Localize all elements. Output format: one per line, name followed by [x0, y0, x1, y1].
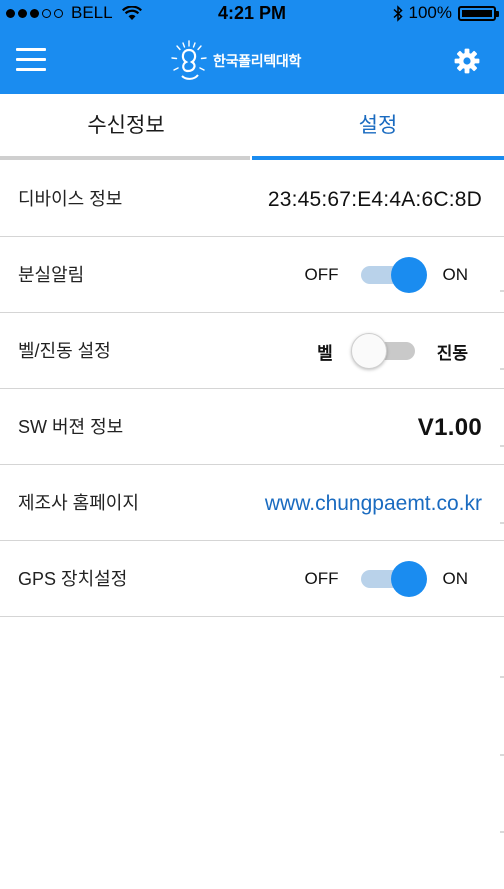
status-bar: BELL 4:21 PM 100%	[0, 0, 504, 28]
tab-bar: 수신정보 설정	[0, 94, 504, 160]
off-label: OFF	[304, 569, 339, 588]
status-right: 100%	[393, 3, 499, 23]
battery-icon	[458, 5, 499, 21]
polytech-logo-icon	[171, 40, 207, 80]
loss-alarm-row: 분실알림 OFF ON	[0, 237, 504, 313]
bell-vibrate-label: 벨/진동 설정	[18, 341, 111, 361]
sw-version-label: SW 버젼 정보	[18, 417, 124, 437]
edge-tick	[500, 290, 504, 292]
device-info-label: 디바이스 정보	[18, 189, 123, 209]
loss-alarm-switch[interactable]	[359, 257, 427, 293]
switch-knob	[390, 257, 427, 293]
bell-vibrate-toggle-group: 벨 진동	[317, 313, 468, 389]
gps-switch[interactable]	[359, 561, 427, 597]
edge-tick	[500, 831, 504, 833]
edge-tick	[500, 522, 504, 524]
switch-knob	[390, 561, 427, 597]
bluetooth-icon	[393, 4, 403, 22]
gear-icon[interactable]	[454, 48, 480, 74]
sw-version-value: V1.00	[417, 414, 482, 441]
settings-list: 디바이스 정보 23:45:67:E4:4A:6C:8D 분실알림 OFF ON…	[0, 161, 504, 617]
device-info-row: 디바이스 정보 23:45:67:E4:4A:6C:8D	[0, 161, 504, 237]
gps-label: GPS 장치설정	[18, 569, 128, 589]
edge-tick	[500, 368, 504, 370]
homepage-label: 제조사 홈페이지	[18, 493, 139, 513]
logo: 한국폴리텍대학	[168, 38, 301, 84]
vibrate-label: 진동	[436, 343, 468, 363]
bell-label: 벨	[317, 343, 333, 363]
tab-settings[interactable]: 설정	[252, 94, 504, 160]
sw-version-row: SW 버젼 정보 V1.00	[0, 389, 504, 465]
app-header: 한국폴리텍대학	[0, 28, 504, 94]
gps-toggle-group: OFF ON	[304, 541, 469, 617]
hamburger-menu-icon[interactable]	[16, 48, 46, 72]
logo-text: 한국폴리텍대학	[213, 53, 302, 69]
tab-underline	[0, 156, 250, 160]
gps-row: GPS 장치설정 OFF ON	[0, 541, 504, 617]
homepage-row: 제조사 홈페이지 www.chungpaemt.co.kr	[0, 465, 504, 541]
on-label: ON	[442, 569, 469, 588]
device-mac-address: 23:45:67:E4:4A:6C:8D	[267, 188, 482, 211]
tab-label: 설정	[358, 114, 398, 137]
bell-vibrate-switch[interactable]	[350, 333, 417, 369]
battery-fill	[462, 9, 492, 17]
edge-tick	[500, 754, 504, 756]
on-label: ON	[442, 265, 469, 284]
tab-label: 수신정보	[87, 114, 165, 137]
off-label: OFF	[304, 265, 339, 284]
loss-alarm-label: 분실알림	[18, 265, 85, 285]
homepage-link[interactable]: www.chungpaemt.co.kr	[265, 465, 482, 543]
edge-tick	[500, 445, 504, 447]
tab-received-info[interactable]: 수신정보	[0, 94, 252, 160]
battery-percent: 100%	[408, 3, 452, 22]
loss-alarm-toggle-group: OFF ON	[304, 237, 469, 313]
edge-tick	[500, 676, 504, 678]
tab-active-indicator	[252, 156, 504, 160]
switch-knob	[350, 333, 387, 369]
bell-vibrate-row: 벨/진동 설정 벨 진동	[0, 313, 504, 389]
